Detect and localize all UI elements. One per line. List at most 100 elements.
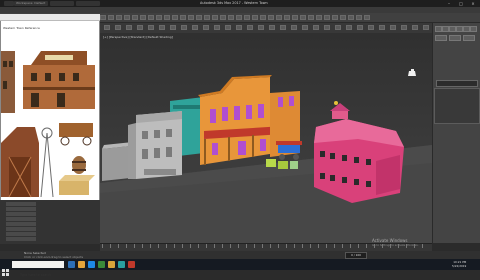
ribbon-button-25[interactable]: [368, 25, 374, 30]
toolbar-button-46[interactable]: [364, 15, 370, 20]
lamp-object[interactable]: [334, 101, 338, 105]
viewcube-icon[interactable]: [408, 69, 417, 77]
ribbon-button-6[interactable]: [159, 25, 165, 30]
toolbar-button-17[interactable]: [132, 15, 138, 20]
toolbar-button-26[interactable]: [204, 15, 210, 20]
command-tab-2[interactable]: [442, 26, 449, 32]
ribbon-button-10[interactable]: [203, 25, 209, 30]
toolbar-button-15[interactable]: [116, 15, 122, 20]
ribbon-button-24[interactable]: [357, 25, 363, 30]
ribbon-button-2[interactable]: [115, 25, 121, 30]
ribbon-button-16[interactable]: [269, 25, 275, 30]
scene-explorer[interactable]: [0, 200, 100, 244]
explorer-row[interactable]: [6, 222, 36, 226]
command-tab-1[interactable]: [435, 26, 442, 32]
explorer-row[interactable]: [6, 217, 36, 221]
edge-icon[interactable]: [88, 261, 95, 268]
ribbon-button-4[interactable]: [137, 25, 143, 30]
toolbar-button-37[interactable]: [292, 15, 298, 20]
command-tab-5[interactable]: [463, 26, 470, 32]
toolbar-button-20[interactable]: [156, 15, 162, 20]
explorer-row[interactable]: [6, 237, 36, 241]
toolbar-button-40[interactable]: [316, 15, 322, 20]
chrome-icon[interactable]: [108, 261, 115, 268]
explorer-row[interactable]: [6, 207, 36, 211]
ribbon-button-15[interactable]: [258, 25, 264, 30]
ribbon-button-18[interactable]: [291, 25, 297, 30]
tab-secondary[interactable]: [50, 1, 74, 6]
toolbar-button-39[interactable]: [308, 15, 314, 20]
file-explorer-icon[interactable]: [78, 261, 85, 268]
taskbar-search[interactable]: Type here to search: [12, 261, 64, 277]
toolbar-button-23[interactable]: [180, 15, 186, 20]
ribbon-button-20[interactable]: [313, 25, 319, 30]
windows-start-icon[interactable]: [2, 261, 9, 276]
ribbon-button-13[interactable]: [236, 25, 242, 30]
ribbon-button-1[interactable]: [104, 25, 110, 30]
ribbon-button-29[interactable]: [412, 25, 418, 30]
ribbon-button-14[interactable]: [247, 25, 253, 30]
ribbon-button-8[interactable]: [181, 25, 187, 30]
command-tab-4[interactable]: [456, 26, 463, 32]
toolbar-button-16[interactable]: [124, 15, 130, 20]
toolbar-button-43[interactable]: [340, 15, 346, 20]
toolbar-button-34[interactable]: [268, 15, 274, 20]
ribbon-button-30[interactable]: [423, 25, 429, 30]
toolbar-button-19[interactable]: [148, 15, 154, 20]
app-icon[interactable]: [4, 1, 14, 6]
command-panel[interactable]: [432, 23, 480, 243]
toolbar-button-21[interactable]: [164, 15, 170, 20]
frame-counter[interactable]: 0 / 100: [345, 252, 367, 259]
ribbon-button-7[interactable]: [170, 25, 176, 30]
toolbar-button-13[interactable]: [100, 15, 106, 20]
toolbar-button-24[interactable]: [188, 15, 194, 20]
close-button[interactable]: ×: [468, 0, 478, 7]
command-tab-6[interactable]: [470, 26, 477, 32]
ribbon-button-9[interactable]: [192, 25, 198, 30]
viewport-label[interactable]: [+] [Perspective] [Standard] [Default Sh…: [103, 35, 173, 39]
toolbar-button-33[interactable]: [260, 15, 266, 20]
explorer-row[interactable]: [6, 212, 36, 216]
store-icon[interactable]: [98, 261, 105, 268]
explorer-row[interactable]: [6, 232, 36, 236]
ribbon-button-26[interactable]: [379, 25, 385, 30]
toolbar-button-30[interactable]: [236, 15, 242, 20]
ribbon-button-22[interactable]: [335, 25, 341, 30]
toolbar-button-14[interactable]: [108, 15, 114, 20]
toolbar-button-32[interactable]: [252, 15, 258, 20]
ribbon-button-23[interactable]: [346, 25, 352, 30]
viewport-perspective[interactable]: [100, 33, 432, 243]
ribbon-button-17[interactable]: [280, 25, 286, 30]
command-tab-3[interactable]: [449, 26, 456, 32]
toolbar-button-42[interactable]: [332, 15, 338, 20]
toolbar-button-41[interactable]: [324, 15, 330, 20]
ribbon-button-3[interactable]: [126, 25, 132, 30]
ribbon-button-11[interactable]: [214, 25, 220, 30]
ribbon-button-21[interactable]: [324, 25, 330, 30]
toolbar-button-29[interactable]: [228, 15, 234, 20]
ribbon-button-27[interactable]: [390, 25, 396, 30]
toolbar-button-36[interactable]: [284, 15, 290, 20]
ribbon-button-19[interactable]: [302, 25, 308, 30]
tab-tertiary[interactable]: [76, 1, 100, 6]
command-category-3[interactable]: [463, 35, 475, 41]
ribbon-button-28[interactable]: [401, 25, 407, 30]
ribbon-button-12[interactable]: [225, 25, 231, 30]
reference-image-panel[interactable]: [0, 14, 100, 205]
toolbar-button-44[interactable]: [348, 15, 354, 20]
toolbar-button-31[interactable]: [244, 15, 250, 20]
toolbar-button-45[interactable]: [356, 15, 362, 20]
object-name-field[interactable]: [436, 80, 478, 87]
grey-bank[interactable]: [128, 111, 182, 179]
toolbar-button-28[interactable]: [220, 15, 226, 20]
taskbar-clock[interactable]: 10:21 PM 5/22/2019: [452, 260, 466, 268]
command-category-2[interactable]: [449, 35, 461, 41]
minimize-button[interactable]: –: [444, 0, 454, 7]
toolbar-button-18[interactable]: [140, 15, 146, 20]
toolbar-button-22[interactable]: [172, 15, 178, 20]
explorer-row[interactable]: [6, 227, 36, 231]
toolbar-button-25[interactable]: [196, 15, 202, 20]
explorer-row[interactable]: [6, 202, 36, 206]
ribbon-button-5[interactable]: [148, 25, 154, 30]
command-category-1[interactable]: [435, 35, 447, 41]
